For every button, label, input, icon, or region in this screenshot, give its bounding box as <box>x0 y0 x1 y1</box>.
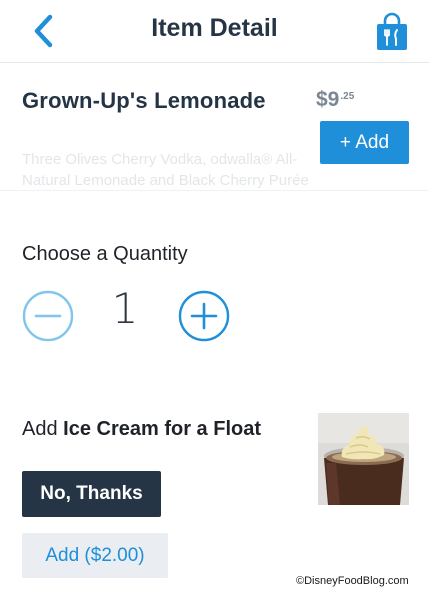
shopping-bag-icon[interactable] <box>374 12 410 52</box>
addon-label-bold: Ice Cream for a Float <box>63 418 261 440</box>
item-price: $9.25 <box>316 88 354 112</box>
price-dollars: $9 <box>316 88 340 111</box>
item-description: Three Olives Cherry Vodka, odwalla® All-… <box>22 151 309 189</box>
watermark: ©DisneyFoodBlog.com <box>296 575 409 587</box>
quantity-value: 1 <box>111 284 139 333</box>
item-name: Grown-Up's Lemonade <box>22 88 266 113</box>
addon-label: Add Ice Cream for a Float <box>22 418 261 441</box>
page-title: Item Detail <box>151 14 278 42</box>
plus-circle-icon[interactable] <box>178 290 230 342</box>
quantity-label: Choose a Quantity <box>22 243 188 265</box>
no-thanks-option[interactable]: No, Thanks <box>22 471 161 517</box>
price-cents: .25 <box>340 91 355 102</box>
add-to-order-button[interactable]: + Add <box>320 121 409 164</box>
minus-circle-icon[interactable] <box>22 290 74 342</box>
header: Item Detail <box>0 0 429 63</box>
divider <box>0 190 429 191</box>
addon-label-prefix: Add <box>22 418 64 440</box>
ice-cream-float-photo <box>318 413 409 505</box>
add-float-option[interactable]: Add ($2.00) <box>22 533 168 578</box>
